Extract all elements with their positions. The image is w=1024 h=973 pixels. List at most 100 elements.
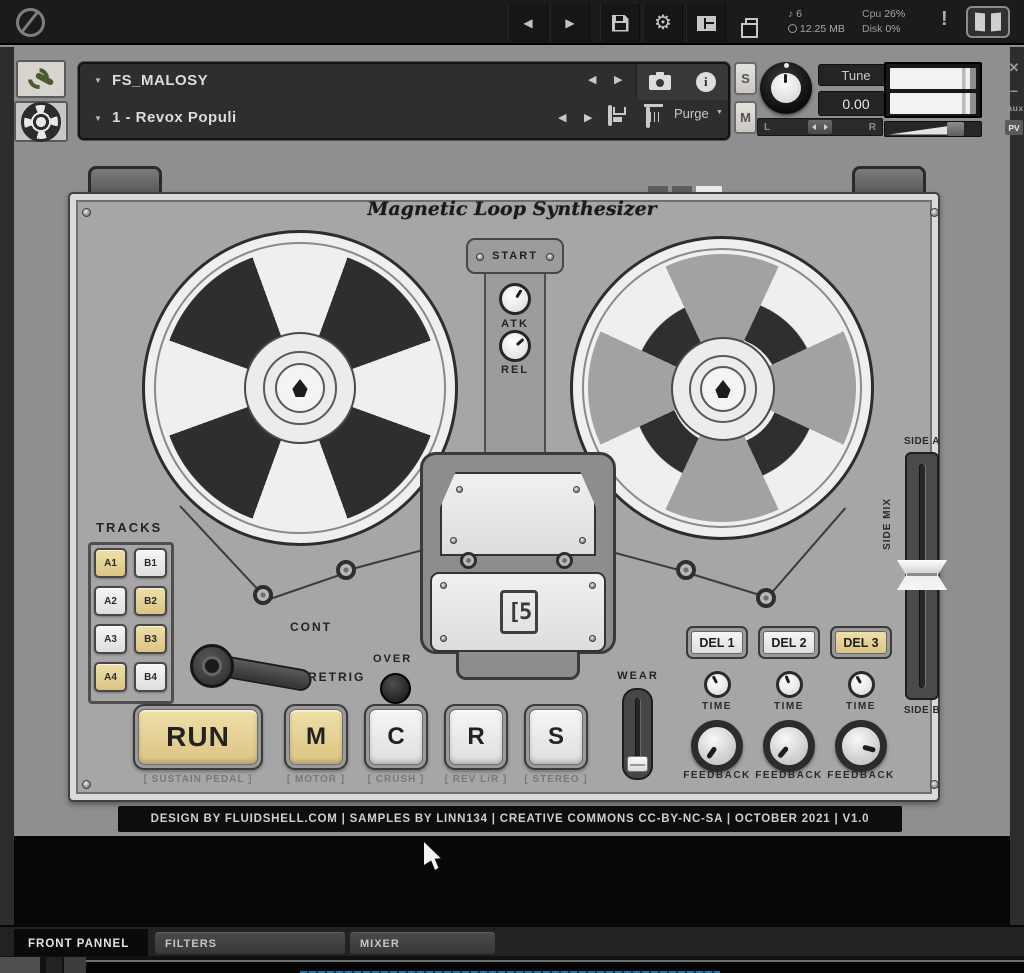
fluidshell-logo-glyph: [5 bbox=[508, 600, 531, 625]
delay-2-button[interactable]: DEL 2 bbox=[758, 626, 820, 659]
reverse-button[interactable]: R bbox=[444, 704, 508, 770]
level-meters bbox=[884, 62, 982, 118]
mouse-cursor bbox=[424, 842, 443, 870]
delete-icon[interactable] bbox=[646, 107, 650, 128]
pv-button[interactable]: PV bbox=[1005, 120, 1023, 135]
tab-mixer[interactable]: MIXER bbox=[350, 932, 495, 954]
warning-icon[interactable]: ! bbox=[941, 8, 948, 31]
track-button-a1[interactable]: A1 bbox=[94, 548, 127, 578]
track-button-a4[interactable]: A4 bbox=[94, 662, 127, 692]
save-button[interactable] bbox=[600, 4, 640, 42]
tracks-label: TRACKS bbox=[96, 520, 162, 535]
info-icon[interactable]: i bbox=[696, 72, 716, 92]
track-button-b2[interactable]: B2 bbox=[134, 586, 167, 616]
cont-label: CONT bbox=[290, 620, 332, 634]
forward-arrow-icon: ▶ bbox=[565, 16, 574, 30]
panel-screw bbox=[930, 208, 939, 217]
release-label: REL bbox=[485, 364, 545, 376]
minimize-button[interactable]: – bbox=[1006, 82, 1022, 98]
floppy-icon bbox=[612, 15, 629, 32]
kontakt-window: ◀ ▶ ⚙ ♪ 6 12.25 MB Cpu 26% Disk 0% ! ▼ F… bbox=[0, 0, 1024, 973]
bank-collapse-caret-icon[interactable]: ▼ bbox=[94, 76, 102, 85]
left-reel-spokes bbox=[161, 249, 439, 527]
pan-slider[interactable]: L R bbox=[757, 118, 883, 136]
right-reel-spokes bbox=[588, 254, 856, 522]
edit-instrument-button[interactable] bbox=[16, 60, 66, 98]
disk-label: Disk bbox=[862, 23, 882, 35]
feedback-3-knob[interactable] bbox=[835, 720, 887, 772]
main-toolbar: ◀ ▶ ⚙ ♪ 6 12.25 MB Cpu 26% Disk 0% ! bbox=[0, 0, 1024, 45]
start-plate[interactable]: START bbox=[466, 238, 564, 274]
meter-right bbox=[890, 93, 976, 114]
track-button-b3[interactable]: B3 bbox=[134, 624, 167, 654]
instrument-header-panel: ▼ FS_MALOSY ◀ ▶ i ▼ 1 - Revox Populi ◀ ▶… bbox=[78, 62, 730, 140]
voices-value: 6 bbox=[796, 8, 802, 20]
snapshot-camera-icon[interactable] bbox=[649, 75, 671, 90]
wear-handle[interactable] bbox=[627, 756, 648, 772]
retrig-lever-pivot[interactable] bbox=[190, 644, 234, 688]
settings-button[interactable]: ⚙ bbox=[643, 4, 683, 42]
attack-knob[interactable] bbox=[499, 283, 531, 315]
bank-title: FS_MALOSY bbox=[112, 72, 208, 89]
purge-label[interactable]: Purge bbox=[674, 106, 709, 121]
instrument-prev-icon[interactable]: ◀ bbox=[558, 111, 566, 124]
nav-back-button[interactable]: ◀ bbox=[508, 4, 548, 42]
motor-button[interactable]: M bbox=[284, 704, 348, 770]
tape-roller bbox=[336, 560, 356, 580]
release-knob[interactable] bbox=[499, 330, 531, 362]
workspace-button[interactable] bbox=[731, 4, 771, 42]
volume-handle[interactable] bbox=[947, 122, 964, 136]
time-2-knob[interactable] bbox=[776, 671, 803, 698]
retrig-label: RETRIG bbox=[308, 670, 365, 684]
snapshot-save-icon[interactable] bbox=[608, 105, 612, 126]
keyboard-top-edge bbox=[86, 960, 1024, 973]
pv-label: PV bbox=[1008, 123, 1019, 133]
solo-button[interactable]: S bbox=[734, 62, 757, 95]
run-button[interactable]: RUN bbox=[133, 704, 263, 770]
memory-icon bbox=[788, 24, 797, 33]
tape-roller bbox=[253, 585, 273, 605]
tab-front-pannel[interactable]: FRONT PANNEL bbox=[14, 929, 148, 958]
tune-value-box[interactable]: 0.00 bbox=[818, 91, 894, 116]
stereo-button[interactable]: S bbox=[524, 704, 588, 770]
track-button-a3[interactable]: A3 bbox=[94, 624, 127, 654]
feedback-1-knob[interactable] bbox=[691, 720, 743, 772]
aux-button[interactable]: aux bbox=[1006, 103, 1024, 113]
view-layout-button[interactable] bbox=[686, 4, 726, 42]
delay-1-button[interactable]: DEL 1 bbox=[686, 626, 748, 659]
bank-next-icon[interactable]: ▶ bbox=[614, 73, 622, 86]
pan-handle[interactable] bbox=[808, 120, 832, 134]
purge-caret-icon[interactable]: ▼ bbox=[716, 109, 723, 116]
ni-logo-icon bbox=[966, 6, 1010, 38]
wear-slider[interactable] bbox=[622, 688, 653, 780]
motor-sub-label: [ MOTOR ] bbox=[274, 774, 358, 785]
feedback-2-knob[interactable] bbox=[763, 720, 815, 772]
time-3-knob[interactable] bbox=[848, 671, 875, 698]
close-button[interactable]: ✕ bbox=[1006, 60, 1022, 76]
feedback-1-label: FEEDBACK bbox=[677, 770, 757, 781]
tune-knob[interactable] bbox=[760, 62, 812, 114]
track-button-b1[interactable]: B1 bbox=[134, 548, 167, 578]
delay-3-button[interactable]: DEL 3 bbox=[830, 626, 892, 659]
instrument-next-icon[interactable]: ▶ bbox=[584, 111, 592, 124]
head-roller bbox=[460, 552, 477, 569]
credit-bar: DESIGN BY FLUIDSHELL.COM | SAMPLES BY LI… bbox=[118, 806, 902, 832]
instrument-icon-tile[interactable] bbox=[14, 101, 68, 142]
voices-icon: ♪ bbox=[788, 8, 793, 20]
bank-prev-icon[interactable]: ◀ bbox=[588, 73, 596, 86]
nav-forward-button[interactable]: ▶ bbox=[550, 4, 590, 42]
wear-label: WEAR bbox=[608, 670, 668, 682]
gear-icon: ⚙ bbox=[654, 13, 672, 33]
volume-slider[interactable] bbox=[884, 121, 982, 137]
tab-filters[interactable]: FILTERS bbox=[155, 932, 345, 954]
over-button[interactable] bbox=[380, 673, 411, 704]
track-button-b4[interactable]: B4 bbox=[134, 662, 167, 692]
time-1-knob[interactable] bbox=[704, 671, 731, 698]
plate-screw bbox=[440, 582, 447, 589]
track-button-a2[interactable]: A2 bbox=[94, 586, 127, 616]
instrument-collapse-caret-icon[interactable]: ▼ bbox=[94, 114, 102, 123]
mute-button[interactable]: M bbox=[734, 101, 757, 134]
head-roller bbox=[556, 552, 573, 569]
plate-screw bbox=[589, 635, 596, 642]
crush-button[interactable]: C bbox=[364, 704, 428, 770]
